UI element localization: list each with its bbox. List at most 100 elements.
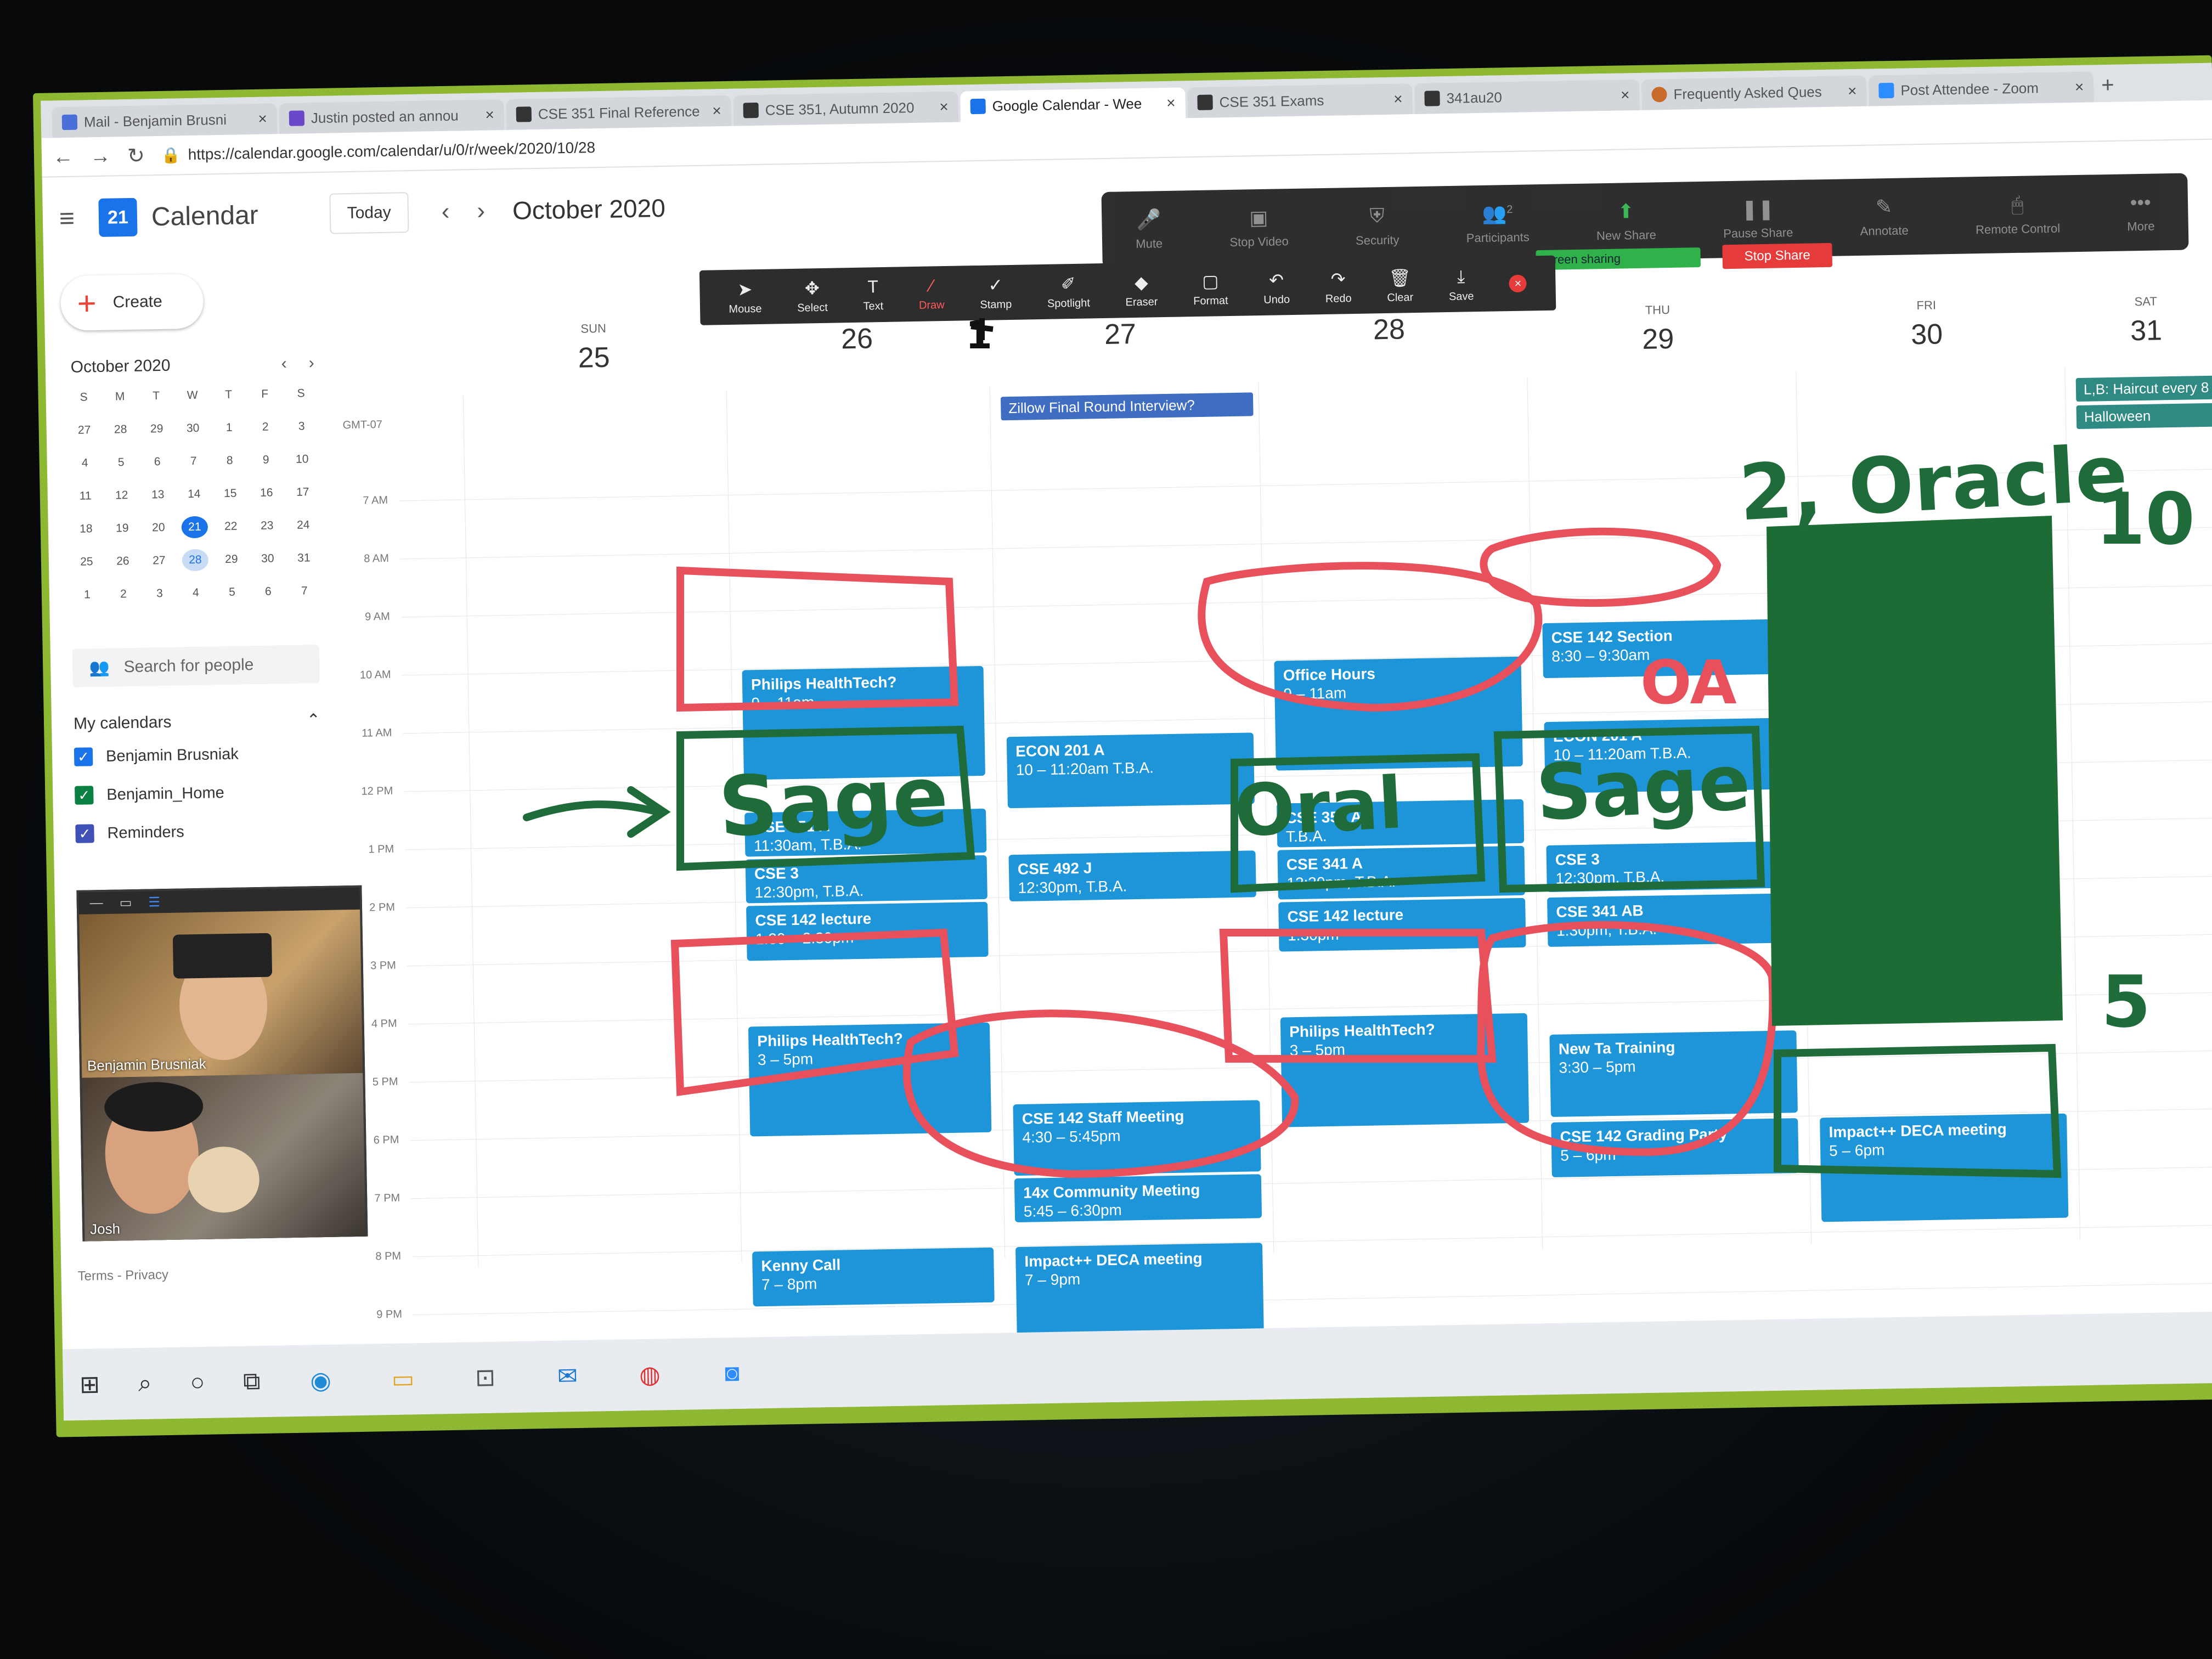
mini-day[interactable]: 20 xyxy=(140,517,177,539)
annotate-button[interactable]: ✎ Annotate xyxy=(1860,195,1909,239)
mini-day[interactable]: 3 xyxy=(142,583,178,605)
event-block[interactable]: Kenny Call 7 – 8pm xyxy=(752,1247,995,1307)
mail-icon[interactable]: ✉ xyxy=(545,1354,590,1398)
url-field[interactable]: 🔒 https://calendar.google.com/calendar/u/… xyxy=(161,139,596,165)
close-icon[interactable]: × xyxy=(1166,94,1176,112)
day-date[interactable]: 26 xyxy=(725,320,989,358)
tab-341au20[interactable]: 341au20 × xyxy=(1414,79,1640,115)
mini-day[interactable]: 4 xyxy=(178,582,215,604)
cortana-icon[interactable]: ○ xyxy=(190,1369,205,1396)
tool-redo[interactable]: ↷ Redo xyxy=(1325,268,1352,306)
tool-draw[interactable]: ⁄ Draw xyxy=(918,275,945,312)
close-icon[interactable]: × xyxy=(258,110,267,128)
tab-zoom[interactable]: Post Attendee - Zoom × xyxy=(1868,71,2094,106)
create-button[interactable]: + Create xyxy=(60,273,204,331)
mini-day[interactable]: 7 xyxy=(175,450,212,472)
mini-day[interactable]: 5 xyxy=(103,452,139,474)
event-block[interactable]: CSE 3 12:30pm, T.B.A. xyxy=(1546,841,1794,893)
mini-day[interactable]: 7 xyxy=(286,580,323,602)
chevron-right-icon[interactable]: › xyxy=(308,354,314,373)
calendar-item-home[interactable]: ✓ Benjamin_Home xyxy=(75,783,224,805)
mini-day[interactable]: 1 xyxy=(69,584,106,606)
mini-day[interactable]: 25 xyxy=(69,551,105,573)
mini-day[interactable]: 9 xyxy=(247,449,284,471)
file-explorer-icon[interactable]: ▭ xyxy=(381,1357,425,1401)
chrome-icon[interactable]: ◍ xyxy=(628,1352,672,1397)
prev-week-icon[interactable]: ‹ xyxy=(441,198,450,225)
mini-day[interactable]: 31 xyxy=(286,547,323,569)
tool-mouse[interactable]: ➤ Mouse xyxy=(728,278,761,315)
day-date[interactable]: 27 xyxy=(988,315,1252,353)
tool-clear[interactable]: 🗑 Clear xyxy=(1386,267,1413,304)
mini-day[interactable]: 10 xyxy=(284,448,320,471)
close-icon[interactable]: × xyxy=(485,106,494,123)
windows-start-icon[interactable]: ⊞ xyxy=(80,1370,100,1399)
event-block[interactable]: Philips HealthTech? 3 – 5pm xyxy=(1280,1013,1530,1127)
mini-day[interactable]: 5 xyxy=(214,581,251,603)
chevron-left-icon[interactable]: ‹ xyxy=(281,354,287,373)
mini-day[interactable]: 14 xyxy=(176,483,212,505)
today-button[interactable]: Today xyxy=(329,192,409,234)
calendar-item-reminders[interactable]: ✓ Reminders xyxy=(75,822,184,843)
mini-day[interactable]: 24 xyxy=(285,514,321,537)
mute-button[interactable]: 🎤 Mute xyxy=(1135,208,1163,251)
event-block[interactable]: CSE 341 AB 1:30pm, T.B.A. xyxy=(1547,893,1795,947)
close-icon[interactable]: × xyxy=(2075,78,2084,96)
tool-save[interactable]: ⤓ Save xyxy=(1448,266,1474,303)
event-block[interactable]: New Ta Training 3:30 – 5pm xyxy=(1549,1030,1798,1117)
new-share-button[interactable]: ⬆ New Share xyxy=(1596,199,1656,243)
event-block[interactable]: Philips HealthTech? 3 – 5pm xyxy=(748,1022,992,1137)
event-block[interactable]: CSE 142 lecture 1:30pm xyxy=(1278,898,1526,952)
mini-day[interactable]: 21 xyxy=(181,516,208,539)
tab-google-calendar[interactable]: Google Calendar - Wee × xyxy=(960,87,1186,122)
more-button[interactable]: ••• More xyxy=(2126,191,2155,234)
mini-day[interactable]: 2 xyxy=(105,583,142,606)
mini-day[interactable]: 2 xyxy=(247,416,284,438)
tool-select[interactable]: ✥ Select xyxy=(797,277,828,314)
mini-day[interactable]: 30 xyxy=(250,548,286,570)
event-block[interactable]: 14x Community Meeting 5:45 – 6:30pm xyxy=(1014,1174,1262,1223)
mini-day[interactable]: 28 xyxy=(182,549,209,572)
mini-day[interactable]: 23 xyxy=(249,515,285,537)
tab-cse351-autumn[interactable]: CSE 351, Autumn 2020 × xyxy=(733,91,959,126)
mini-day[interactable]: 29 xyxy=(213,548,250,571)
mini-day[interactable]: 1 xyxy=(211,416,247,439)
restore-icon[interactable]: ▭ xyxy=(120,895,132,911)
tab-cse351-ref[interactable]: CSE 351 Final Reference × xyxy=(506,95,732,130)
store-icon[interactable]: ⊡ xyxy=(463,1355,507,1400)
event-block[interactable]: ECON 201 A 10 – 11:20am T.B.A. xyxy=(1006,732,1255,809)
search-people-input[interactable]: 👥 Search for people xyxy=(72,645,320,687)
tool-spotlight[interactable]: ✐ Spotlight xyxy=(1047,273,1090,310)
stop-video-button[interactable]: ▣ Stop Video xyxy=(1229,206,1289,250)
tool-format[interactable]: ▢ Format xyxy=(1193,270,1228,308)
mini-day[interactable]: 29 xyxy=(138,418,175,441)
mini-day[interactable]: 22 xyxy=(212,515,249,538)
event-block[interactable]: CSE 492 J 12:30pm, T.B.A. xyxy=(1008,850,1256,902)
event-block[interactable]: CSE 142 Grading Party 5 – 6pm xyxy=(1551,1118,1799,1177)
new-tab-button[interactable]: + xyxy=(2101,73,2114,98)
tab-cse351-exams[interactable]: CSE 351 Exams × xyxy=(1187,83,1413,119)
allday-event[interactable]: L,B: Haircut every 8 week xyxy=(2075,375,2212,402)
stop-share-button[interactable]: Stop Share xyxy=(1722,242,1833,269)
event-block[interactable]: CSE 3 12:30pm, T.B.A. xyxy=(745,855,988,904)
tab-mail[interactable]: Mail - Benjamin Brusni × xyxy=(52,103,278,138)
chevron-up-icon[interactable]: ⌃ xyxy=(307,710,321,730)
allday-event[interactable]: Halloween xyxy=(2076,402,2212,430)
zoom-app-icon[interactable]: ◙ xyxy=(710,1351,754,1395)
task-view-icon[interactable]: ⧉ xyxy=(243,1368,261,1396)
edge-icon[interactable]: ◉ xyxy=(298,1358,343,1403)
mini-day[interactable]: 28 xyxy=(102,419,139,441)
mini-day[interactable]: 17 xyxy=(284,481,321,504)
event-block[interactable]: CSE 341 A 12:30pm, T.B.A. xyxy=(1277,845,1525,900)
mini-day[interactable]: 19 xyxy=(104,517,141,540)
mini-day[interactable]: 12 xyxy=(103,484,140,507)
mini-day[interactable]: 11 xyxy=(67,485,104,507)
day-date[interactable]: 31 xyxy=(2064,313,2212,348)
event-block[interactable]: CSE 142 lecture 1:30 – 2:30pm xyxy=(746,901,989,961)
next-week-icon[interactable]: › xyxy=(477,198,486,225)
day-date[interactable]: 29 xyxy=(1526,320,1790,358)
checkbox-checked-icon[interactable]: ✓ xyxy=(75,824,94,843)
mini-day[interactable]: 27 xyxy=(66,419,103,442)
mini-day[interactable]: 30 xyxy=(174,417,211,439)
close-icon[interactable]: × xyxy=(1393,90,1403,108)
